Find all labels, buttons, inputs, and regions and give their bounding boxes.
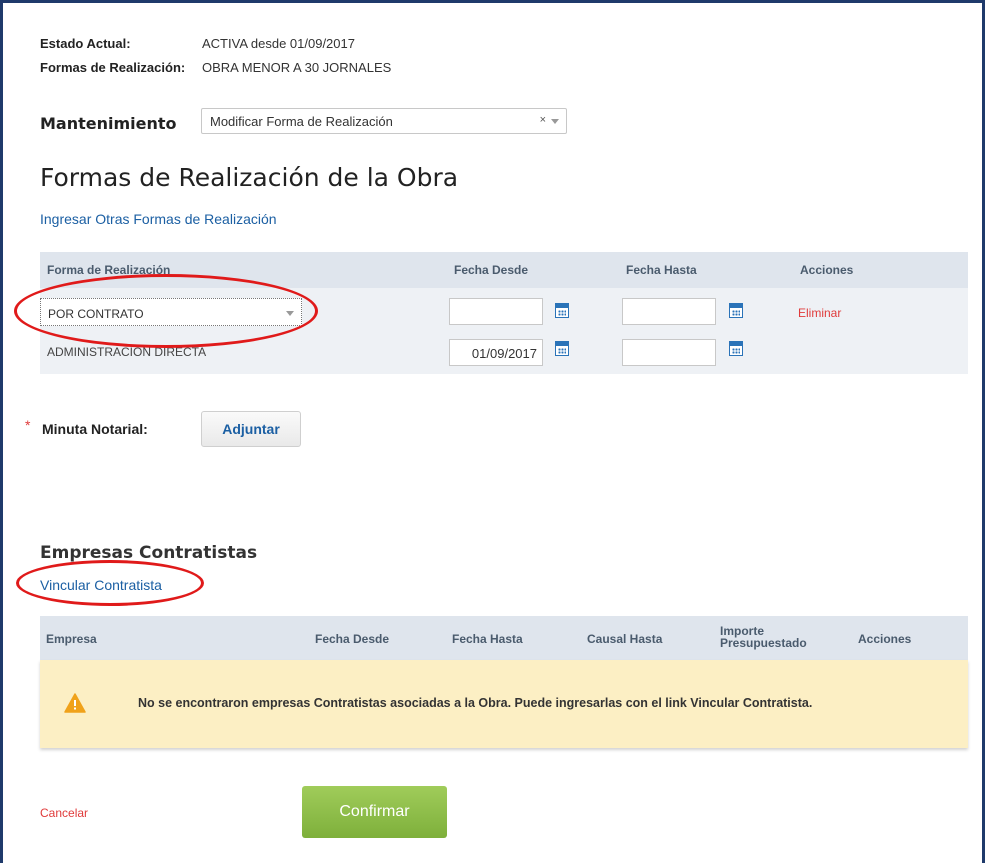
clear-icon[interactable]: ×: [540, 114, 546, 126]
cancelar-link[interactable]: Cancelar: [40, 806, 88, 820]
mantenimiento-label: Mantenimiento: [40, 114, 177, 133]
formas-realizacion-value: OBRA MENOR A 30 JORNALES: [202, 60, 392, 75]
warning-message: No se encontraron empresas Contratistas …: [138, 696, 813, 710]
estado-actual-label: Estado Actual:: [40, 36, 131, 51]
calendar-icon[interactable]: [729, 341, 743, 356]
chevron-down-icon: [551, 119, 559, 124]
formas-realizacion-label: Formas de Realización:: [40, 60, 186, 75]
col-acciones: Acciones: [800, 263, 854, 277]
col-fecha-desde: Fecha Desde: [454, 263, 529, 277]
col-empresa: Empresa: [46, 632, 97, 646]
warning-alert: No se encontraron empresas Contratistas …: [40, 660, 968, 748]
required-mark: *: [25, 417, 31, 433]
col-fecha-desde: Fecha Desde: [315, 632, 390, 646]
col-importe-presupuestado: Importe Presupuestado: [720, 624, 807, 650]
minuta-notarial-label: Minuta Notarial:: [42, 421, 148, 437]
fecha-desde-input-row1[interactable]: [449, 298, 543, 325]
col-fecha-hasta: Fecha Hasta: [452, 632, 523, 646]
col-fecha-hasta: Fecha Hasta: [626, 263, 697, 277]
annotation-oval-vincular: [16, 560, 204, 606]
fecha-hasta-input-row2[interactable]: [622, 339, 716, 366]
eliminar-link[interactable]: Eliminar: [798, 306, 841, 320]
annotation-oval-forma: [14, 274, 318, 348]
adjuntar-button[interactable]: Adjuntar: [201, 411, 301, 447]
fecha-hasta-input-row1[interactable]: [622, 298, 716, 325]
confirmar-button[interactable]: Confirmar: [302, 786, 447, 838]
empresas-section-title: Empresas Contratistas: [40, 543, 258, 563]
formas-section-title: Formas de Realización de la Obra: [40, 163, 459, 192]
calendar-icon[interactable]: [555, 303, 569, 318]
col-acciones: Acciones: [858, 632, 912, 646]
warning-triangle-icon: [64, 693, 86, 713]
ingresar-otras-formas-link[interactable]: Ingresar Otras Formas de Realización: [40, 211, 277, 227]
calendar-icon[interactable]: [729, 303, 743, 318]
fecha-desde-input-row2[interactable]: 01/09/2017: [449, 339, 543, 366]
estado-actual-value: ACTIVA desde 01/09/2017: [202, 36, 355, 51]
mantenimiento-select[interactable]: Modificar Forma de Realización ×: [201, 108, 567, 134]
mantenimiento-selected: Modificar Forma de Realización: [210, 114, 393, 129]
col-causal-hasta: Causal Hasta: [587, 632, 663, 646]
calendar-icon[interactable]: [555, 341, 569, 356]
